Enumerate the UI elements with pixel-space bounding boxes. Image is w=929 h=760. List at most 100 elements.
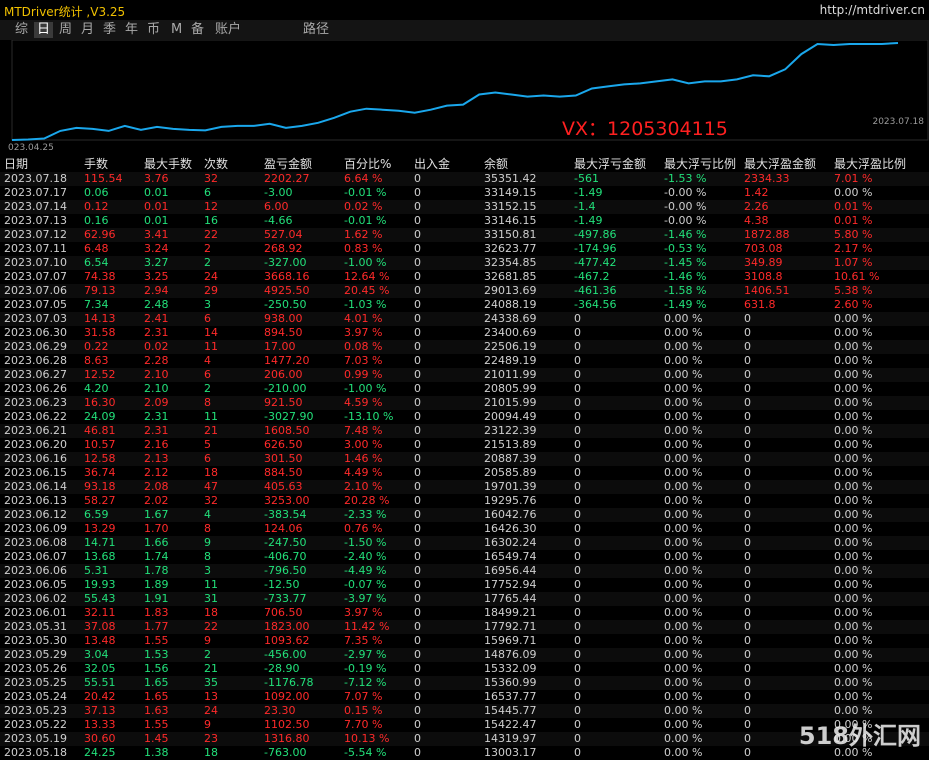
table-row[interactable]: 2023.06.02 55.43 1.91 31 -733.77 -3.97 % 0 1776…: [0, 592, 929, 606]
table-row[interactable]: 2023.06.20 10.57 2.16 5 626.50 3.00 % 0 21513.8…: [0, 438, 929, 452]
column-header-4[interactable]: 盈亏金额: [264, 156, 312, 172]
column-header-10[interactable]: 最大浮盈金额: [744, 156, 816, 172]
table-row[interactable]: 2023.07.06 79.13 2.94 29 4925.50 20.45 % 0 2901…: [0, 284, 929, 298]
column-header-8[interactable]: 最大浮亏金额: [574, 156, 646, 172]
table-cell-5: 4.59 %: [344, 396, 383, 409]
table-cell-9: 0.00 %: [664, 620, 703, 633]
column-header-3[interactable]: 次数: [204, 156, 228, 172]
table-cell-5: -0.01 %: [344, 214, 387, 227]
table-row[interactable]: 2023.06.05 19.93 1.89 11 -12.50 -0.07 % 0 17752…: [0, 578, 929, 592]
table-cell-7: 16956.44: [484, 564, 537, 577]
table-cell-2: 3.24: [144, 242, 169, 255]
table-row[interactable]: 2023.07.13 0.16 0.01 16 -4.66 -0.01 % 0 33146.1…: [0, 214, 929, 228]
table-row[interactable]: 2023.05.19 30.60 1.45 23 1316.80 10.13 % 0 1431…: [0, 732, 929, 746]
table-row[interactable]: 2023.05.23 37.13 1.63 24 23.30 0.15 % 0 15445.7…: [0, 704, 929, 718]
table-row[interactable]: 2023.05.22 13.33 1.55 9 1102.50 7.70 % 0 15422.…: [0, 718, 929, 732]
table-cell-10: 631.8: [744, 298, 776, 311]
column-header-2[interactable]: 最大手数: [144, 156, 192, 172]
site-url-link[interactable]: http://mtdriver.cn: [820, 3, 925, 17]
table-row[interactable]: 2023.06.28 8.63 2.28 4 1477.20 7.03 % 0 22489.1…: [0, 354, 929, 368]
table-row[interactable]: 2023.06.12 6.59 1.67 4 -383.54 -2.33 % 0 16042.…: [0, 508, 929, 522]
table-row[interactable]: 2023.07.10 6.54 3.27 2 -327.00 -1.00 % 0 32354.…: [0, 256, 929, 270]
table-cell-3: 2: [204, 648, 211, 661]
table-row[interactable]: 2023.05.24 20.42 1.65 13 1092.00 7.07 % 0 16537…: [0, 690, 929, 704]
table-cell-7: 14876.09: [484, 648, 537, 661]
tab-7[interactable]: M: [168, 22, 185, 38]
table-row[interactable]: 2023.06.29 0.22 0.02 11 17.00 0.08 % 0 22506.19…: [0, 340, 929, 354]
table-cell-9: 0.00 %: [664, 424, 703, 437]
table-row[interactable]: 2023.06.21 46.81 2.31 21 1608.50 7.48 % 0 23122…: [0, 424, 929, 438]
table-row[interactable]: 2023.06.16 12.58 2.13 6 301.50 1.46 % 0 20887.3…: [0, 452, 929, 466]
table-row[interactable]: 2023.06.30 31.58 2.31 14 894.50 3.97 % 0 23400.…: [0, 326, 929, 340]
column-header-1[interactable]: 手数: [84, 156, 108, 172]
table-cell-10: 0: [744, 704, 751, 717]
tab-10[interactable]: 路径: [300, 22, 332, 38]
table-row[interactable]: 2023.07.05 7.34 2.48 3 -250.50 -1.03 % 0 24088.…: [0, 298, 929, 312]
tab-8[interactable]: 备: [188, 22, 207, 38]
column-header-0[interactable]: 日期: [4, 156, 28, 172]
table-row[interactable]: 2023.06.06 5.31 1.78 3 -796.50 -4.49 % 0 16956.…: [0, 564, 929, 578]
table-cell-10: 349.89: [744, 256, 783, 269]
table-row[interactable]: 2023.06.07 13.68 1.74 8 -406.70 -2.40 % 0 16549…: [0, 550, 929, 564]
table-row[interactable]: 2023.07.17 0.06 0.01 6 -3.00 -0.01 % 0 33149.15…: [0, 186, 929, 200]
table-cell-2: 1.65: [144, 676, 169, 689]
tab-3[interactable]: 月: [78, 22, 97, 38]
table-row[interactable]: 2023.05.29 3.04 1.53 2 -456.00 -2.97 % 0 14876.…: [0, 648, 929, 662]
table-row[interactable]: 2023.07.11 6.48 3.24 2 268.92 0.83 % 0 32623.77…: [0, 242, 929, 256]
table-cell-2: 2.12: [144, 466, 169, 479]
table-row[interactable]: 2023.06.27 12.52 2.10 6 206.00 0.99 % 0 21011.9…: [0, 368, 929, 382]
table-cell-11: 0.00 %: [834, 508, 873, 521]
column-header-5[interactable]: 百分比%: [344, 156, 391, 172]
table-cell-8: 0: [574, 704, 581, 717]
table-row[interactable]: 2023.06.22 24.09 2.31 11 -3027.90 -13.10 % 0 20…: [0, 410, 929, 424]
table-row[interactable]: 2023.07.14 0.12 0.01 12 6.00 0.02 % 0 33152.15 -…: [0, 200, 929, 214]
table-cell-3: 16: [204, 214, 218, 227]
table-cell-3: 8: [204, 550, 211, 563]
table-row[interactable]: 2023.05.18 24.25 1.38 18 -763.00 -5.54 % 0 1300…: [0, 746, 929, 760]
table-cell-7: 17752.94: [484, 578, 537, 591]
tab-5[interactable]: 年: [122, 22, 141, 38]
table-row[interactable]: 2023.05.30 13.48 1.55 9 1093.62 7.35 % 0 15969.…: [0, 634, 929, 648]
table-cell-3: 2: [204, 242, 211, 255]
table-row[interactable]: 2023.05.31 37.08 1.77 22 1823.00 11.42 % 0 1779…: [0, 620, 929, 634]
table-cell-5: -0.01 %: [344, 186, 387, 199]
column-header-7[interactable]: 余额: [484, 156, 508, 172]
table-row[interactable]: 2023.06.09 13.29 1.70 8 124.06 0.76 % 0 16426.3…: [0, 522, 929, 536]
column-header-6[interactable]: 出入金: [414, 156, 450, 172]
table-row[interactable]: 2023.06.15 36.74 2.12 18 884.50 4.49 % 0 20585.…: [0, 466, 929, 480]
tab-4[interactable]: 季: [100, 22, 119, 38]
column-header-9[interactable]: 最大浮亏比例: [664, 156, 736, 172]
tab-1[interactable]: 日: [34, 22, 54, 38]
table-cell-10: 0: [744, 382, 751, 395]
table-row[interactable]: 2023.06.14 93.18 2.08 47 405.63 2.10 % 0 19701.…: [0, 480, 929, 494]
table-cell-3: 29: [204, 284, 218, 297]
table-row[interactable]: 2023.06.01 32.11 1.83 18 706.50 3.97 % 0 18499.…: [0, 606, 929, 620]
table-row[interactable]: 2023.07.18 115.54 3.76 32 2202.27 6.64 % 0 3535…: [0, 172, 929, 186]
table-cell-6: 0: [414, 494, 421, 507]
table-cell-3: 24: [204, 270, 218, 283]
table-cell-3: 8: [204, 396, 211, 409]
table-cell-4: -28.90: [264, 662, 300, 675]
table-cell-4: 1093.62: [264, 634, 310, 647]
tab-9[interactable]: 账户: [212, 22, 244, 38]
table-row[interactable]: 2023.06.26 4.20 2.10 2 -210.00 -1.00 % 0 20805.…: [0, 382, 929, 396]
table-row[interactable]: 2023.07.03 14.13 2.41 6 938.00 4.01 % 0 24338.6…: [0, 312, 929, 326]
table-cell-11: 5.38 %: [834, 284, 873, 297]
table-row[interactable]: 2023.06.08 14.71 1.66 9 -247.50 -1.50 % 0 16302…: [0, 536, 929, 550]
table-cell-8: -1.49: [574, 214, 603, 227]
tab-2[interactable]: 周: [56, 22, 75, 38]
tab-0[interactable]: 综: [12, 22, 31, 38]
table-cell-11: 0.00 %: [834, 592, 873, 605]
tab-6[interactable]: 币: [144, 22, 163, 38]
table-row[interactable]: 2023.06.13 58.27 2.02 32 3253.00 20.28 % 0 1929…: [0, 494, 929, 508]
table-cell-4: -12.50: [264, 578, 300, 591]
table-row[interactable]: 2023.05.25 55.51 1.65 35 -1176.78 -7.12 % 0 153…: [0, 676, 929, 690]
table-row[interactable]: 2023.07.07 74.38 3.25 24 3668.16 12.64 % 0 3268…: [0, 270, 929, 284]
table-row[interactable]: 2023.05.26 32.05 1.56 21 -28.90 -0.19 % 0 15332…: [0, 662, 929, 676]
table-cell-8: 0: [574, 634, 581, 647]
column-header-11[interactable]: 最大浮盈比例: [834, 156, 906, 172]
table-row[interactable]: 2023.07.12 62.96 3.41 22 527.04 1.62 % 0 33150.…: [0, 228, 929, 242]
table-cell-10: 0: [744, 438, 751, 451]
table-row[interactable]: 2023.06.23 16.30 2.09 8 921.50 4.59 % 0 21015.9…: [0, 396, 929, 410]
table-cell-9: 0.00 %: [664, 396, 703, 409]
